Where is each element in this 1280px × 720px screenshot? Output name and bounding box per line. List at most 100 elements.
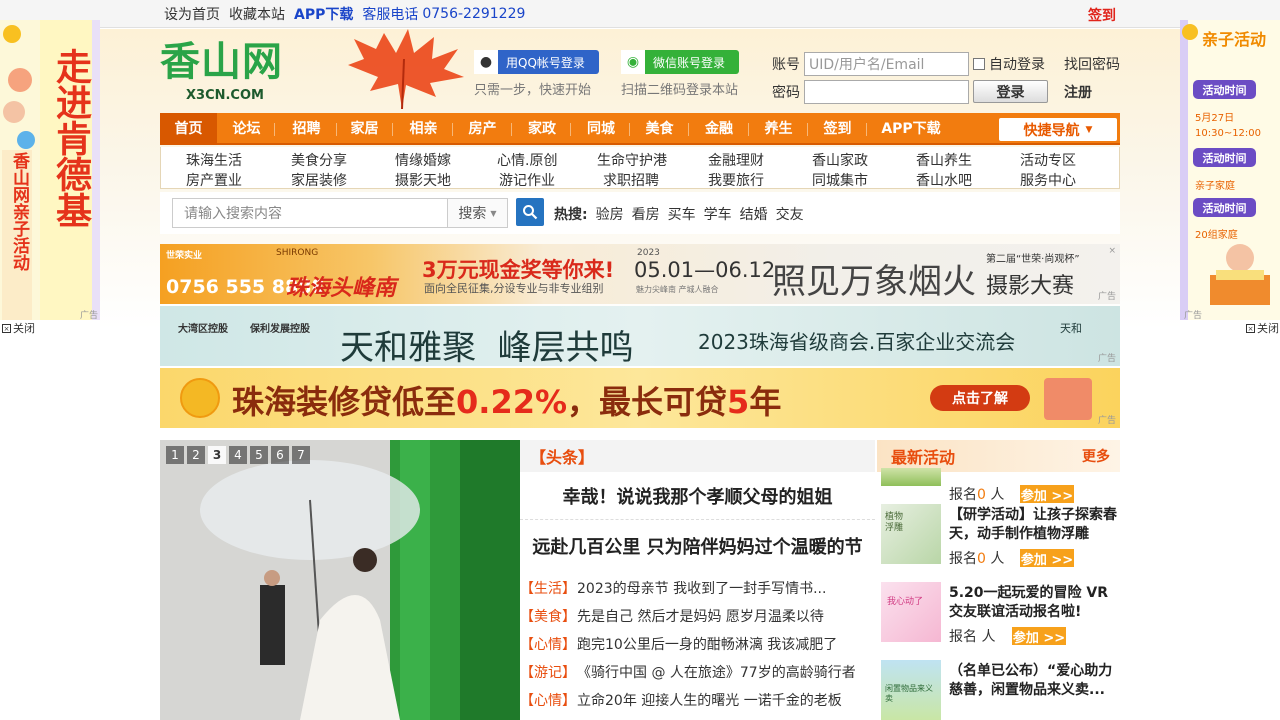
hot-search-word[interactable]: 买车 (668, 204, 696, 224)
nav-home-living[interactable]: 家居 (338, 113, 391, 145)
subnav-item[interactable]: 珠海生活 (186, 150, 242, 170)
slider-dot[interactable]: 5 (250, 446, 268, 464)
subnav-item[interactable]: 香山水吧 (916, 170, 972, 190)
subnav-item[interactable]: 情缘婚嫁 (395, 150, 451, 170)
sub-nav: 珠海生活 美食分享 情缘婚嫁 心情.原创 生命守护港 金融理财 香山家政 香山养… (160, 147, 1120, 189)
activity-item[interactable]: 闲置物品来义卖 （名单已公布）“爱心助力慈善，闲置物品来义卖... (881, 660, 1120, 720)
nav-realestate[interactable]: 房产 (455, 113, 510, 145)
nav-home[interactable]: 首页 (160, 113, 217, 145)
register-link[interactable]: 注册 (1064, 82, 1092, 102)
news-item[interactable]: 【美食】 先是自己 然后才是妈妈 愿岁月温柔以待 (520, 602, 875, 630)
hot-search-word[interactable]: 结婚 (740, 204, 768, 224)
subnav-item[interactable]: 服务中心 (1020, 170, 1076, 190)
slider-dot-active[interactable]: 3 (208, 446, 226, 464)
search-type-select[interactable]: 搜索 ▼ (447, 198, 508, 228)
nav-dating[interactable]: 相亲 (396, 113, 451, 145)
ad-banner-photography-contest[interactable]: 世荣实业 SHIRONG 0756 555 8888 珠海头峰南 3万元现金奖等… (160, 244, 1120, 304)
activity-signup-count: 报名 人 (949, 629, 996, 645)
slider-dot[interactable]: 1 (166, 446, 184, 464)
side-ad-left[interactable]: 走进肯德基 香山网亲子活动 广告 (0, 20, 100, 320)
auto-login-checkbox[interactable]: 自动登录 (973, 54, 1045, 74)
news-item[interactable]: 【心情】 立命20年 迎接人生的曙光 一诺千金的老板 (520, 686, 875, 714)
subnav-item[interactable]: 生命守护港 (597, 150, 667, 170)
subnav-item[interactable]: 房产置业 (186, 170, 242, 190)
search-input[interactable]: 请输入搜索内容 (172, 198, 448, 228)
news-item[interactable]: 【心情】 跑完10公里后一身的酣畅淋漓 我该减肥了 (520, 630, 875, 658)
headline-link[interactable]: 远赴几百公里 只为陪伴妈妈过个温暖的节 (520, 520, 875, 572)
quick-nav-dropdown[interactable]: 快捷导航 ▼ (999, 118, 1117, 141)
subnav-item[interactable]: 金融理财 (708, 150, 764, 170)
hot-search-word[interactable]: 看房 (632, 204, 660, 224)
subnav-item[interactable]: 同城集市 (812, 170, 868, 190)
ad-banner-business-exchange[interactable]: 大湾区控股 保利发展控股 天和雅聚 峰层共鸣 2023珠海省级商会.百家企业交流… (160, 306, 1120, 366)
news-tag: 【心情】 (520, 693, 576, 709)
nav-housekeeping[interactable]: 家政 (515, 113, 569, 145)
ad-dates: 05.01—06.12 (634, 258, 776, 282)
side-ad-right-info: 亲子家庭 (1195, 181, 1235, 192)
password-input[interactable] (804, 80, 969, 104)
nav-food[interactable]: 美食 (632, 113, 687, 145)
nav-finance[interactable]: 金融 (691, 113, 747, 145)
news-item[interactable]: 【生活】 2023的母亲节 我收到了一封手写情书... (520, 574, 875, 602)
bookmark-link[interactable]: 收藏本站 (229, 4, 285, 24)
site-logo[interactable]: 香山网 X3CN.COM (160, 40, 300, 106)
slider-dot[interactable]: 4 (229, 446, 247, 464)
join-button[interactable]: 参加 >> (1012, 627, 1066, 646)
subnav-item[interactable]: 香山家政 (812, 150, 868, 170)
news-section-title: 【头条】 (520, 440, 875, 472)
join-button[interactable]: 参加 >> (1020, 485, 1074, 504)
side-ad-right[interactable]: 亲子活动 活动时间 5月27日 10:30~12:00 活动时间 亲子家庭 活动… (1180, 20, 1280, 320)
activity-item[interactable]: 我心动了 5.20一起玩爱的冒险 VR交友联谊活动报名啦! 报名 人 参加 >> (881, 582, 1120, 646)
nav-app-download[interactable]: APP下载 (870, 113, 952, 145)
subnav-item[interactable]: 美食分享 (291, 150, 347, 170)
ad-slogan: 珠海头峰南 (286, 276, 397, 301)
subnav-item[interactable]: 摄影天地 (395, 170, 451, 190)
subnav-item[interactable]: 心情.原创 (497, 150, 557, 170)
login-button[interactable]: 登录 (973, 80, 1048, 103)
signin-link[interactable]: 签到 (1088, 5, 1116, 25)
subnav-item[interactable]: 我要旅行 (708, 170, 764, 190)
nav-jobs[interactable]: 招聘 (278, 113, 335, 145)
qq-penguin-icon: ● (474, 50, 498, 74)
ad-subline: 2023珠海省级商会.百家企业交流会 (698, 330, 1016, 354)
hot-search-word[interactable]: 验房 (596, 204, 624, 224)
close-icon[interactable]: × (1108, 246, 1116, 256)
headline-link[interactable]: 幸哉！说说我那个孝顺父母的姐姐 (520, 472, 875, 520)
ad-tag: 广告 (1097, 354, 1116, 364)
nav-forum[interactable]: 论坛 (220, 113, 273, 145)
subnav-item[interactable]: 游记作业 (499, 170, 555, 190)
subnav-item[interactable]: 家居装修 (291, 170, 347, 190)
ad-banner-renovation-loan[interactable]: 珠海装修贷低至0.22%，最长可贷5年 点击了解 广告 (160, 368, 1120, 428)
subnav-item[interactable]: 活动专区 (1020, 150, 1076, 170)
set-homepage-link[interactable]: 设为首页 (164, 4, 220, 24)
activity-item[interactable]: 植物浮雕 【研学活动】让孩子探索春天，动手制作植物浮雕 报名0 人 参加 >> (881, 504, 1120, 568)
activity-thumbnail (881, 468, 941, 486)
nav-health[interactable]: 养生 (751, 113, 806, 145)
slider-dot[interactable]: 2 (187, 446, 205, 464)
ad-contest: 摄影大赛 (986, 274, 1075, 299)
app-download-link[interactable]: APP下载 (294, 4, 353, 24)
search-button[interactable] (516, 198, 544, 226)
join-button[interactable]: 参加 >> (1020, 549, 1074, 568)
subnav-item[interactable]: 求职招聘 (603, 170, 659, 190)
ad-cta-button[interactable]: 点击了解 (930, 385, 1030, 411)
slider-dot[interactable]: 6 (271, 446, 289, 464)
news-item[interactable]: 【游记】 《骑行中国 @ 人在旅途》77岁的高龄骑行者 (520, 658, 875, 686)
hot-search-word[interactable]: 交友 (776, 204, 804, 224)
wechat-login-button[interactable]: ◉ 微信账号登录 (621, 50, 739, 74)
side-ad-right-close[interactable]: × 关闭 (1246, 320, 1279, 336)
side-ad-left-subtitle: 香山网亲子活动 (9, 152, 29, 271)
subnav-item[interactable]: 香山养生 (916, 150, 972, 170)
slider-dot[interactable]: 7 (292, 446, 310, 464)
qq-login-button[interactable]: ● 用QQ帐号登录 (474, 50, 599, 74)
find-password-link[interactable]: 找回密码 (1064, 54, 1120, 74)
nav-local[interactable]: 同城 (574, 113, 628, 145)
side-ad-left-close[interactable]: × 关闭 (2, 320, 35, 336)
gift-box-icon (1044, 378, 1092, 420)
nav-signin[interactable]: 签到 (810, 113, 865, 145)
hot-search-word[interactable]: 学车 (704, 204, 732, 224)
photo-slider[interactable]: 1 2 3 4 5 6 7 (160, 440, 520, 720)
ad-brand: 大湾区控股 (178, 324, 228, 335)
hotline-number: 0756-2291229 (422, 6, 526, 22)
account-input[interactable]: UID/用户名/Email (804, 52, 969, 76)
